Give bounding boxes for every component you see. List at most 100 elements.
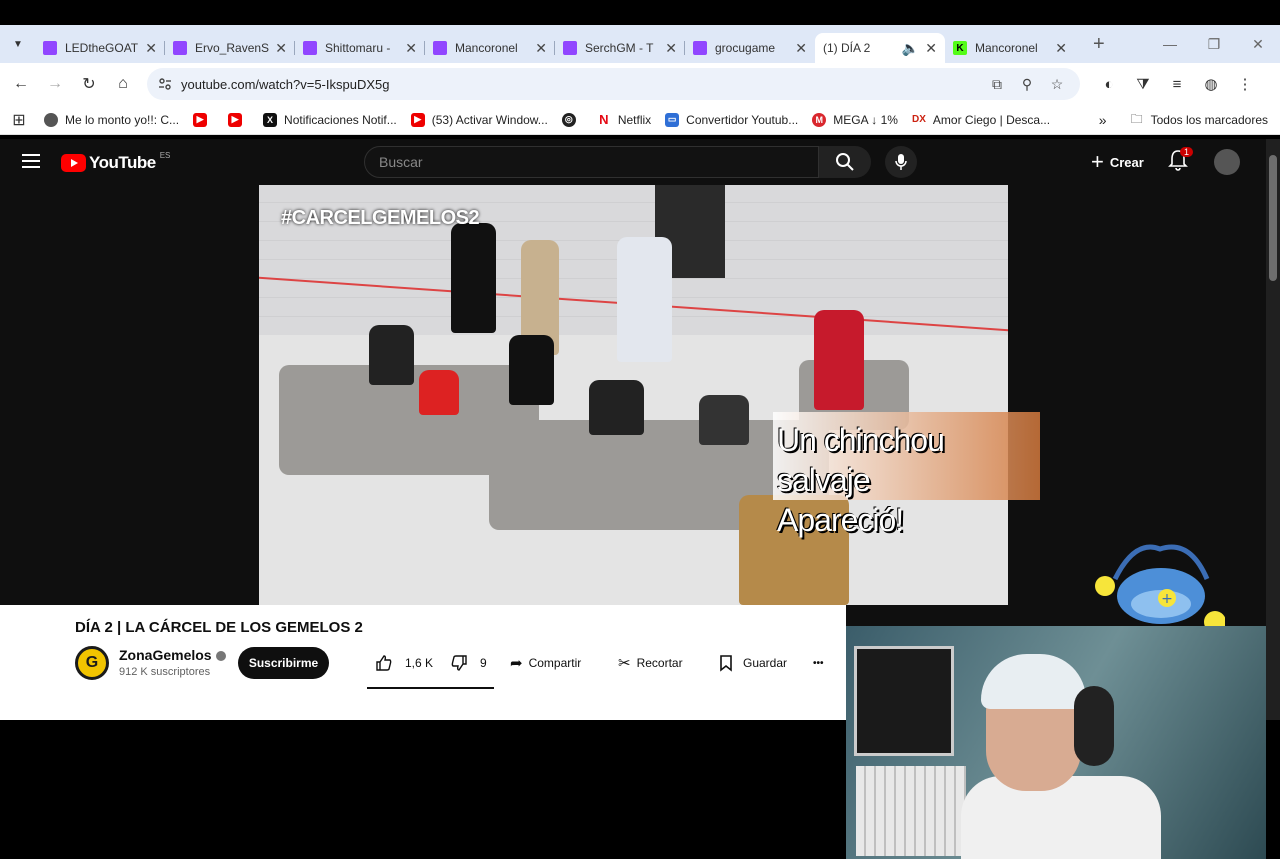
- extensions-puzzle-icon[interactable]: ⧩: [1126, 67, 1160, 101]
- home-icon[interactable]: ⌂: [106, 67, 140, 101]
- address-bar[interactable]: youtube.com/watch?v=5-IkspuDX5g ⧉ ⚲ ☆: [147, 68, 1080, 100]
- tab-0[interactable]: LEDtheGOAT ✕: [35, 33, 165, 63]
- bookmark-5[interactable]: ◎: [561, 112, 583, 127]
- notification-badge: 1: [1180, 147, 1194, 157]
- url-text: youtube.com/watch?v=5-IkspuDX5g: [181, 76, 390, 92]
- account-avatar[interactable]: [1214, 149, 1240, 175]
- bookmark-2[interactable]: ▶: [228, 112, 249, 127]
- extension-icon[interactable]: ◐: [1092, 67, 1126, 101]
- tab-7[interactable]: K Mancoronel ✕: [945, 33, 1075, 63]
- bookmark-label: Convertidor Youtub...: [686, 112, 799, 127]
- bookmarks-overflow-icon[interactable]: »: [1099, 112, 1107, 128]
- zoom-icon[interactable]: ⚲: [1012, 72, 1042, 96]
- channel-name-text: ZonaGemelos: [119, 647, 212, 663]
- bookmarks-bar: ⊞ Me lo monto yo!!: C... ▶ ▶ X Notificaci…: [0, 105, 1280, 135]
- minimize-icon[interactable]: —: [1148, 36, 1192, 52]
- close-window-icon[interactable]: ✕: [1236, 36, 1280, 53]
- bookmark-6[interactable]: N Netflix: [596, 112, 651, 127]
- close-icon[interactable]: ✕: [405, 40, 417, 57]
- bookmark-4[interactable]: ▶ (53) Activar Window...: [410, 112, 548, 127]
- speaker-icon[interactable]: 🔈: [902, 40, 919, 57]
- new-tab-button[interactable]: +: [1093, 33, 1105, 56]
- reload-icon[interactable]: ↻: [72, 67, 106, 101]
- video-info: DÍA 2 | LA CÁRCEL DE LOS GEMELOS 2 G Zon…: [0, 605, 846, 720]
- bookmark-1[interactable]: ▶: [193, 112, 214, 127]
- back-icon[interactable]: ←: [4, 67, 38, 101]
- channel-avatar-letter: G: [85, 654, 99, 671]
- subscriber-count: 912 K suscriptores: [119, 666, 211, 678]
- close-icon[interactable]: ✕: [535, 40, 547, 57]
- bookmark-0[interactable]: Me lo monto yo!!: C...: [44, 112, 179, 127]
- save-button[interactable]: Guardar: [719, 647, 787, 679]
- bookmark-8[interactable]: M MEGA ↓ 1%: [812, 112, 898, 127]
- tab-2[interactable]: Shittomaru - ✕: [295, 33, 425, 63]
- apps-grid-icon[interactable]: ⊞: [2, 103, 36, 137]
- bookmark-3[interactable]: X Notificaciones Notif...: [263, 112, 397, 127]
- screen-top-bar: [0, 0, 1280, 25]
- youtube-header: YouTube ES Buscar + Crear 1: [0, 139, 1266, 185]
- bookmark-9[interactable]: DX Amor Ciego | Desca...: [911, 112, 1051, 127]
- youtube-logo[interactable]: YouTube ES: [61, 150, 171, 173]
- bookmark-label: Amor Ciego | Desca...: [932, 112, 1051, 127]
- menu-kebab-icon[interactable]: ⋮: [1228, 67, 1262, 101]
- install-icon[interactable]: ⧉: [982, 72, 1012, 96]
- forward-icon[interactable]: →: [38, 67, 72, 101]
- dx-icon: DX: [911, 112, 926, 127]
- all-bookmarks-link[interactable]: Todos los marcadores: [1151, 113, 1268, 127]
- country-code: ES: [159, 150, 171, 160]
- tab-search-button[interactable]: ▼: [7, 33, 29, 55]
- tab-strip: ▼ LEDtheGOAT ✕ Ervo_RavenS ✕ Shittomaru - ✕…: [0, 25, 1280, 186]
- scissors-icon: ✂: [618, 655, 631, 672]
- bookmark-7[interactable]: ▭ Convertidor Youtub...: [665, 112, 799, 127]
- webcam-hair: [981, 654, 1086, 709]
- create-button[interactable]: + Crear: [1081, 146, 1154, 178]
- twitch-icon: [693, 41, 707, 55]
- close-icon[interactable]: ✕: [1055, 40, 1067, 57]
- tab-6-active[interactable]: (1) DÍA 2 🔈 ✕: [815, 33, 945, 186]
- subscribe-button[interactable]: Suscribirme: [238, 647, 329, 679]
- bookmark-label: Notificaciones Notif...: [284, 112, 397, 127]
- bookmark-label: MEGA ↓ 1%: [833, 112, 898, 127]
- dislike-button[interactable]: 9: [450, 647, 487, 679]
- converter-icon: ▭: [665, 112, 680, 127]
- page-scrollbar[interactable]: [1266, 139, 1280, 720]
- site-settings-icon[interactable]: [157, 76, 173, 92]
- create-label: Crear: [1109, 154, 1144, 170]
- mega-icon: M: [812, 112, 827, 127]
- video-player[interactable]: #CARCELGEMELOS2: [259, 185, 1008, 605]
- tab-4[interactable]: SerchGM - T ✕: [555, 33, 685, 63]
- search-button[interactable]: [819, 146, 871, 178]
- close-icon[interactable]: ✕: [275, 40, 287, 57]
- overlay-caption: Un chinchou salvaje Apareció!: [773, 412, 1040, 538]
- clip-button[interactable]: ✂ Recortar: [618, 647, 683, 679]
- more-actions-button[interactable]: •••: [813, 647, 824, 679]
- scrollbar-thumb[interactable]: [1269, 155, 1277, 281]
- profile-icon[interactable]: ◍: [1194, 67, 1228, 101]
- bookmark-star-icon[interactable]: ☆: [1042, 72, 1072, 96]
- hamburger-menu-icon[interactable]: [22, 154, 40, 168]
- webcam-headset: [1074, 686, 1114, 766]
- search-placeholder: Buscar: [379, 154, 423, 170]
- channel-name[interactable]: ZonaGemelos: [119, 647, 226, 663]
- close-icon[interactable]: ✕: [665, 40, 677, 57]
- tab-5[interactable]: grocugame ✕: [685, 33, 815, 63]
- channel-avatar[interactable]: G: [75, 646, 109, 680]
- tab-3[interactable]: Mancoronel ✕: [425, 33, 555, 63]
- restore-icon[interactable]: ❐: [1192, 36, 1236, 53]
- x-icon: X: [263, 112, 278, 127]
- plus-icon: +: [1091, 149, 1104, 174]
- close-icon[interactable]: ✕: [925, 40, 937, 57]
- webcam-body: [961, 776, 1161, 859]
- voice-search-button[interactable]: [885, 146, 917, 178]
- video-scene-person: [369, 325, 414, 385]
- avatar-icon: [44, 112, 58, 127]
- search-input[interactable]: Buscar: [364, 146, 819, 178]
- notifications-button[interactable]: 1: [1168, 147, 1194, 173]
- share-button[interactable]: ➦ Compartir: [510, 647, 581, 679]
- tab-1[interactable]: Ervo_RavenS ✕: [165, 33, 295, 63]
- like-button[interactable]: 1,6 K: [375, 647, 433, 679]
- bookmark-icon: [720, 655, 732, 672]
- close-icon[interactable]: ✕: [795, 40, 807, 57]
- close-icon[interactable]: ✕: [145, 40, 157, 57]
- media-control-icon[interactable]: ≡: [1160, 67, 1194, 101]
